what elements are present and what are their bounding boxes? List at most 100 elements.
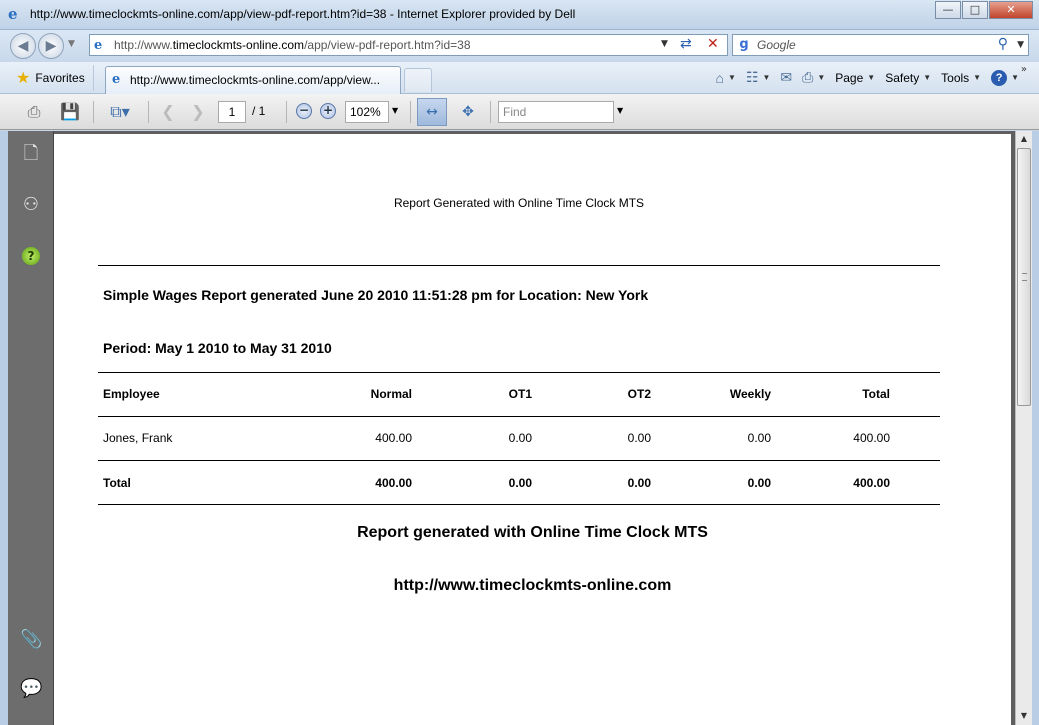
weekly-cell: 0.00	[747, 431, 771, 445]
totals-label: Total	[103, 476, 131, 490]
rss-icon: ☷	[745, 69, 759, 85]
column-header-weekly: Weekly	[729, 387, 771, 401]
totals-ot1: 0.00	[508, 476, 532, 490]
page-total: / 1	[252, 104, 266, 118]
feeds-button[interactable]: ☷ ▼	[746, 69, 770, 86]
fit-width-icon[interactable]: ↔	[417, 98, 447, 126]
window-frame-left	[0, 131, 8, 725]
google-icon: g	[736, 37, 752, 53]
share-icon[interactable]: ⧉▾	[100, 100, 140, 124]
close-button[interactable]: ✕	[989, 1, 1033, 19]
divider	[98, 416, 940, 417]
address-dropdown-icon[interactable]: ▼	[661, 39, 668, 49]
find-input[interactable]: Find	[498, 101, 614, 123]
pdf-page: Report Generated with Online Time Clock …	[54, 134, 1011, 725]
divider	[98, 504, 940, 505]
binoculars-icon[interactable]: ⚇	[20, 194, 42, 216]
favorites-button[interactable]: ★ Favorites	[8, 65, 94, 91]
find-placeholder: Find	[503, 105, 527, 119]
page-icon: e	[94, 38, 103, 53]
scroll-up-icon[interactable]: ▲	[1016, 131, 1032, 147]
scroll-grip	[1022, 273, 1027, 281]
report-title: Simple Wages Report generated June 20 20…	[103, 287, 649, 303]
chevron-more-icon[interactable]: »	[1021, 64, 1027, 75]
maximize-button[interactable]: □	[962, 1, 988, 19]
history-dropdown[interactable]: ▼	[68, 39, 75, 49]
forward-button[interactable]: ▶	[38, 33, 64, 59]
paperclip-icon[interactable]: 📎	[20, 629, 42, 651]
total-cell: 400.00	[853, 431, 890, 445]
back-button[interactable]: ◀	[10, 33, 36, 59]
report-footer-url: http://www.timeclockmts-online.com	[393, 577, 672, 594]
pdf-toolbar: ⎙ 💾 ⧉▾ ❮ ❯ 1 / 1 − + 102% ▼ ↔ ✥ Find ▼	[0, 94, 1039, 130]
print-button[interactable]: ⎙ ▼	[802, 69, 825, 86]
command-bar: ⌂ ▼ ☷ ▼ ✉ ⎙ ▼ Page ▼ Safety ▼ Tools ▼ ? ▼	[706, 69, 1019, 86]
help-icon: ?	[991, 69, 1008, 86]
search-placeholder: Google	[757, 38, 796, 52]
mail-button[interactable]: ✉	[780, 69, 792, 86]
normal-cell: 400.00	[375, 431, 412, 445]
star-icon: ★	[16, 70, 31, 87]
totals-weekly: 0.00	[747, 476, 771, 490]
vertical-scrollbar[interactable]: ▲ ▼	[1015, 131, 1032, 725]
help-menu[interactable]: ? ▼	[991, 69, 1019, 86]
totals-ot2: 0.00	[627, 476, 651, 490]
page-menu[interactable]: Page ▼	[835, 71, 875, 85]
tab-report[interactable]: e http://www.timeclockmts-online.com/app…	[105, 66, 401, 94]
pdf-navigation-pane: 🗋 ⚇ ? 📎 💬	[8, 131, 54, 725]
report-header: Report Generated with Online Time Clock …	[393, 196, 645, 210]
help-panel-button[interactable]: ?	[20, 244, 42, 266]
new-tab-button[interactable]	[404, 68, 432, 92]
ie-logo-icon: e	[8, 5, 18, 23]
ot1-cell: 0.00	[508, 431, 532, 445]
address-url[interactable]: http://www.timeclockmts-online.com/app/v…	[114, 38, 471, 52]
refresh-icon[interactable]: ⇄	[680, 36, 692, 52]
save-icon[interactable]: 💾	[56, 100, 84, 124]
column-header-ot1: OT1	[508, 387, 532, 401]
mail-icon: ✉	[780, 69, 793, 85]
scroll-down-icon[interactable]: ▼	[1016, 708, 1032, 724]
zoom-in-icon[interactable]: +	[320, 103, 336, 119]
report-footer-text: Report generated with Online Time Clock …	[357, 524, 708, 541]
window-frame-right	[1032, 131, 1039, 725]
divider	[98, 372, 940, 373]
ot2-cell: 0.00	[627, 431, 651, 445]
minimize-button[interactable]: —	[935, 1, 961, 19]
pdf-print-icon[interactable]: ⎙	[20, 100, 48, 124]
column-header-total: Total	[862, 387, 890, 401]
find-options-dropdown[interactable]: ▼	[617, 106, 623, 115]
search-box[interactable]: g Google ⚲ ▼	[732, 34, 1029, 56]
home-button[interactable]: ⌂ ▼	[716, 70, 736, 86]
tools-menu[interactable]: Tools ▼	[941, 71, 981, 85]
page-number-input[interactable]: 1	[218, 101, 246, 123]
column-header-normal: Normal	[370, 387, 412, 401]
search-options-dropdown[interactable]: ▼	[1017, 40, 1024, 50]
scroll-thumb[interactable]	[1017, 148, 1031, 406]
window-title: http://www.timeclockmts-online.com/app/v…	[30, 7, 576, 21]
tab-bar: ★ Favorites e http://www.timeclockmts-on…	[0, 62, 1039, 94]
stop-icon[interactable]: ✕	[707, 36, 719, 52]
fit-page-icon[interactable]: ✥	[453, 98, 483, 126]
next-page-icon[interactable]: ❯	[186, 100, 210, 124]
search-icon[interactable]: ⚲	[998, 36, 1008, 52]
pages-icon[interactable]: 🗋	[20, 143, 42, 165]
column-header-employee: Employee	[103, 387, 160, 401]
zoom-level[interactable]: 102%	[345, 101, 389, 123]
report-period: Period: May 1 2010 to May 31 2010	[103, 340, 332, 356]
previous-page-icon[interactable]: ❮	[156, 100, 180, 124]
address-bar[interactable]: e http://www.timeclockmts-online.com/app…	[89, 34, 728, 56]
zoom-out-icon[interactable]: −	[296, 103, 312, 119]
ie-page-icon: e	[112, 72, 121, 87]
document-viewport: Report Generated with Online Time Clock …	[54, 131, 1015, 725]
window-controls: — □ ✕	[934, 1, 1033, 19]
comments-icon[interactable]: 💬	[20, 678, 42, 700]
window-title-bar: e http://www.timeclockmts-online.com/app…	[0, 0, 1039, 30]
totals-total: 400.00	[853, 476, 890, 490]
home-icon: ⌂	[715, 69, 724, 86]
printer-icon: ⎙	[802, 69, 814, 85]
column-header-ot2: OT2	[627, 387, 651, 401]
divider	[98, 265, 940, 266]
totals-normal: 400.00	[375, 476, 412, 490]
zoom-dropdown[interactable]: ▼	[392, 106, 398, 115]
safety-menu[interactable]: Safety ▼	[885, 71, 931, 85]
